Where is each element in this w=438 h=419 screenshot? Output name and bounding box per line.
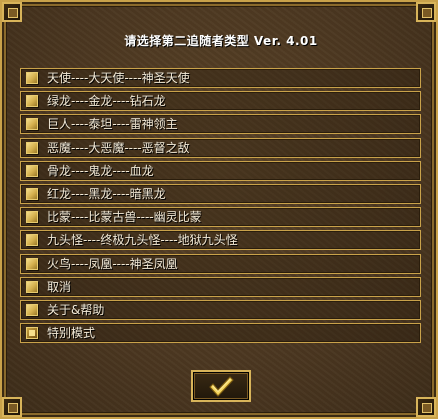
option-checkbox[interactable] [26, 234, 38, 247]
option-bone-dragon-line[interactable]: 骨龙----鬼龙----血龙 [20, 160, 421, 181]
option-label: 恶魔----大恶魔----恶督之敌 [47, 140, 190, 155]
option-label: 红龙----黑龙----暗黑龙 [47, 186, 166, 201]
option-checkbox[interactable] [26, 280, 38, 293]
option-green-dragon-line[interactable]: 绿龙----金龙----钻石龙 [20, 91, 421, 112]
option-special-mode[interactable]: 特别模式 [20, 323, 421, 344]
dialog-title: 请选择第二追随者类型 Ver. 4.01 [124, 34, 318, 48]
option-devil-line[interactable]: 恶魔----大恶魔----恶督之敌 [20, 137, 421, 158]
frame-corner-ornament [416, 2, 436, 22]
option-checkbox[interactable] [26, 95, 38, 108]
option-list: 天使----大天使----神圣天使 绿龙----金龙----钻石龙 巨人----… [20, 68, 421, 346]
option-checkbox[interactable] [26, 164, 38, 177]
option-label: 骨龙----鬼龙----血龙 [47, 163, 154, 178]
option-label: 关于&帮助 [47, 302, 105, 317]
option-label: 天使----大天使----神圣天使 [47, 71, 190, 85]
option-label: 九头怪----终极九头怪----地狱九头怪 [47, 233, 238, 248]
follower-dialog: 请选择第二追随者类型 Ver. 4.01 天使----大天使----神圣天使 绿… [0, 0, 438, 419]
option-giant-line[interactable]: 巨人----泰坦----雷神领主 [20, 114, 421, 135]
checkmark-icon [209, 376, 234, 397]
frame-corner-ornament [2, 2, 22, 22]
option-hydra-line[interactable]: 九头怪----终极九头怪----地狱九头怪 [20, 230, 421, 251]
option-behemoth-line[interactable]: 比蒙----比蒙古兽----幽灵比蒙 [20, 207, 421, 228]
ok-button[interactable] [191, 370, 251, 402]
option-label: 巨人----泰坦----雷神领主 [47, 117, 178, 132]
option-label: 火鸟----凤凰----神圣凤凰 [47, 256, 178, 271]
option-about-help[interactable]: 关于&帮助 [20, 299, 421, 320]
option-red-dragon-line[interactable]: 红龙----黑龙----暗黑龙 [20, 183, 421, 204]
option-angel-line[interactable]: 天使----大天使----神圣天使 [20, 68, 421, 88]
option-label: 绿龙----金龙----钻石龙 [47, 94, 166, 109]
option-checkbox[interactable] [26, 257, 38, 270]
option-label: 取消 [47, 279, 72, 294]
frame-corner-ornament [2, 397, 22, 417]
option-checkbox[interactable] [26, 211, 38, 224]
frame-corner-ornament [416, 397, 436, 417]
option-label: 特别模式 [47, 326, 96, 341]
option-firebird-line[interactable]: 火鸟----凤凰----神圣凤凰 [20, 253, 421, 274]
option-checkbox-checked[interactable] [26, 327, 38, 340]
option-label: 比蒙----比蒙古兽----幽灵比蒙 [47, 210, 202, 225]
option-cancel[interactable]: 取消 [20, 276, 421, 297]
option-checkbox[interactable] [26, 303, 38, 316]
option-checkbox[interactable] [26, 187, 38, 200]
option-checkbox[interactable] [26, 141, 38, 154]
option-checkbox[interactable] [26, 72, 38, 84]
option-checkbox[interactable] [26, 118, 38, 131]
